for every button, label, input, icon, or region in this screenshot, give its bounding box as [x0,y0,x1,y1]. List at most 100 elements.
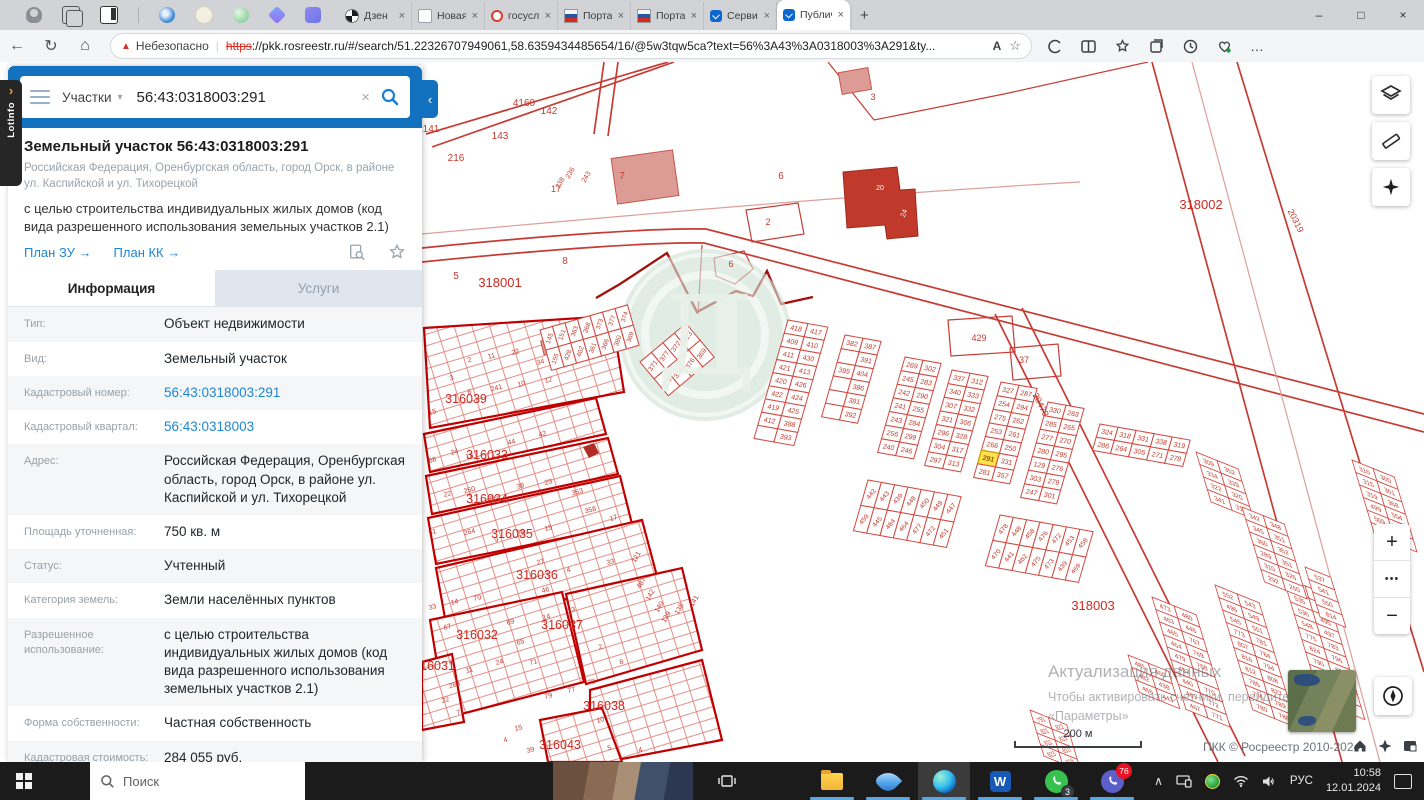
measure-button[interactable] [1372,122,1410,160]
menu-icon[interactable] [30,89,50,105]
map-label: 243 [581,170,593,184]
map-label: 429 [971,333,986,343]
profile-icon[interactable] [26,7,42,23]
start-button[interactable] [0,762,48,800]
back-button[interactable]: ← [0,37,34,55]
workspaces-icon[interactable] [62,6,83,27]
window-maximize-button[interactable]: □ [1340,0,1382,30]
sidebar-apps-icon[interactable] [100,6,118,24]
tab-close-icon[interactable]: × [763,10,770,22]
browser-tab[interactable]: Сервисы × [704,2,777,30]
copilot-button[interactable] [1046,38,1063,55]
browser-tab[interactable]: Публичная ка × [777,0,850,30]
favorite-star-icon[interactable]: ☆ [1009,38,1021,54]
browser-essentials-button[interactable] [1216,38,1233,55]
volume-icon[interactable] [1262,775,1277,788]
task-view-button[interactable] [705,762,749,800]
tab-favicon [345,9,359,23]
panel-collapse-button[interactable]: ‹ [422,80,438,118]
notification-center-icon[interactable] [1394,773,1412,789]
copilot-icon[interactable] [267,5,287,25]
taskbar-search-box[interactable]: Поиск [90,762,305,800]
cast-device-icon[interactable] [1176,774,1192,788]
my-location-button[interactable] [1374,677,1412,715]
green-tray-icon[interactable] [1204,773,1220,789]
extension-green-icon[interactable] [233,7,249,23]
home-icon[interactable] [1352,738,1368,754]
browser-menu-button[interactable]: … [1250,38,1265,54]
search-category-dropdown[interactable]: Участки ▾ [62,90,123,105]
map-label: 141 [423,124,440,135]
parcel-block: 382 387391395 404386381392 [820,334,882,424]
browser-tab[interactable]: Портал госуда × [558,2,631,30]
search-category-label: Участки [62,89,112,105]
lotinfo-arrow-icon: › [8,83,14,98]
split-screen-button[interactable] [1080,38,1097,55]
parcel-title: Земельный участок 56:43:0318003:291 [24,138,309,155]
read-aloud-icon[interactable]: A [993,39,1002,53]
tab-close-icon[interactable]: × [617,10,624,22]
edge-browser-app[interactable] [918,762,970,800]
parcel-links: План ЗУ → План КК → [24,243,406,270]
extension-light-icon[interactable] [195,6,213,24]
collections-button[interactable] [1148,38,1165,55]
minimap-thumbnail[interactable] [1288,670,1356,732]
favorite-star-icon[interactable] [388,243,406,261]
info-value: с целью строительства индивидуальных жил… [164,626,388,697]
home-button[interactable]: ⌂ [68,37,102,55]
zoom-in-button[interactable]: + [1374,524,1410,561]
plan-kk-link[interactable]: План КК → [114,245,181,260]
search-icon[interactable] [380,87,400,107]
new-tab-button[interactable]: + [850,7,879,24]
tray-expand-icon[interactable]: ∧ [1154,774,1163,788]
info-value: Частная собственность [164,715,312,731]
tab-close-icon[interactable]: × [471,10,478,22]
extension-globe-icon[interactable] [159,7,175,23]
map-label: 236 [565,166,577,180]
word-app[interactable]: W [974,762,1026,800]
browser-tab[interactable]: госуслуги лич × [485,2,558,30]
security-warning-label[interactable]: Небезопасно [136,39,209,53]
browser-tab[interactable]: Дзен × [339,2,412,30]
info-value: Земельный участок [164,350,287,366]
locate-object-button[interactable] [1372,168,1410,206]
phone-app[interactable]: 76 [1086,762,1138,800]
search-clear-icon[interactable]: × [361,89,370,106]
keyboard-language[interactable]: РУС [1290,775,1313,787]
info-row: Кадастровая стоимость: 284 055 руб. [8,740,422,762]
wifi-icon[interactable] [1233,775,1249,787]
browser-tab[interactable]: Новая вкладк × [412,2,485,30]
plan-zu-link[interactable]: План ЗУ → [24,245,92,260]
zoom-more-button[interactable]: ••• [1374,561,1410,598]
layers-button[interactable] [1372,76,1410,114]
file-explorer-app[interactable] [806,762,858,800]
whatsapp-app[interactable]: 3 [1030,762,1082,800]
tab-close-icon[interactable]: × [398,10,405,22]
tab-close-icon[interactable]: × [837,9,844,21]
lotinfo-extension-tab[interactable]: › LotInfo [0,80,22,186]
fullscreen-icon[interactable] [1402,738,1418,754]
search-box[interactable]: Участки ▾ 56:43:0318003:291 × [20,76,410,118]
marker-icon[interactable] [1377,738,1393,754]
history-button[interactable] [1182,38,1199,55]
url-field[interactable]: ▲ Небезопасно | https://pkk.rosreestr.ru… [110,33,1032,59]
extensions-icon[interactable] [305,7,321,23]
info-value[interactable]: 56:43:0318003:291 [164,384,406,402]
refresh-button[interactable]: ↻ [34,36,68,56]
window-close-button[interactable]: × [1382,0,1424,30]
browser-tab[interactable]: Портал госуда × [631,2,704,30]
doc-search-icon[interactable] [348,243,366,261]
tab-close-icon[interactable]: × [690,10,697,22]
tab-close-icon[interactable]: × [544,10,551,22]
feather-app[interactable] [862,762,914,800]
taskbar-clock[interactable]: 10:58 12.01.2024 [1326,766,1381,796]
news-widget-thumbnail[interactable] [553,762,693,800]
favorites-button[interactable] [1114,38,1131,55]
zoom-out-button[interactable]: − [1374,598,1410,634]
tab-services[interactable]: Услуги [215,270,422,307]
window-minimize-button[interactable]: – [1298,0,1340,30]
folder-icon [821,769,843,790]
tab-information[interactable]: Информация [8,270,215,307]
info-value[interactable]: 56:43:0318003 [164,418,406,436]
search-input[interactable]: 56:43:0318003:291 [137,89,352,106]
